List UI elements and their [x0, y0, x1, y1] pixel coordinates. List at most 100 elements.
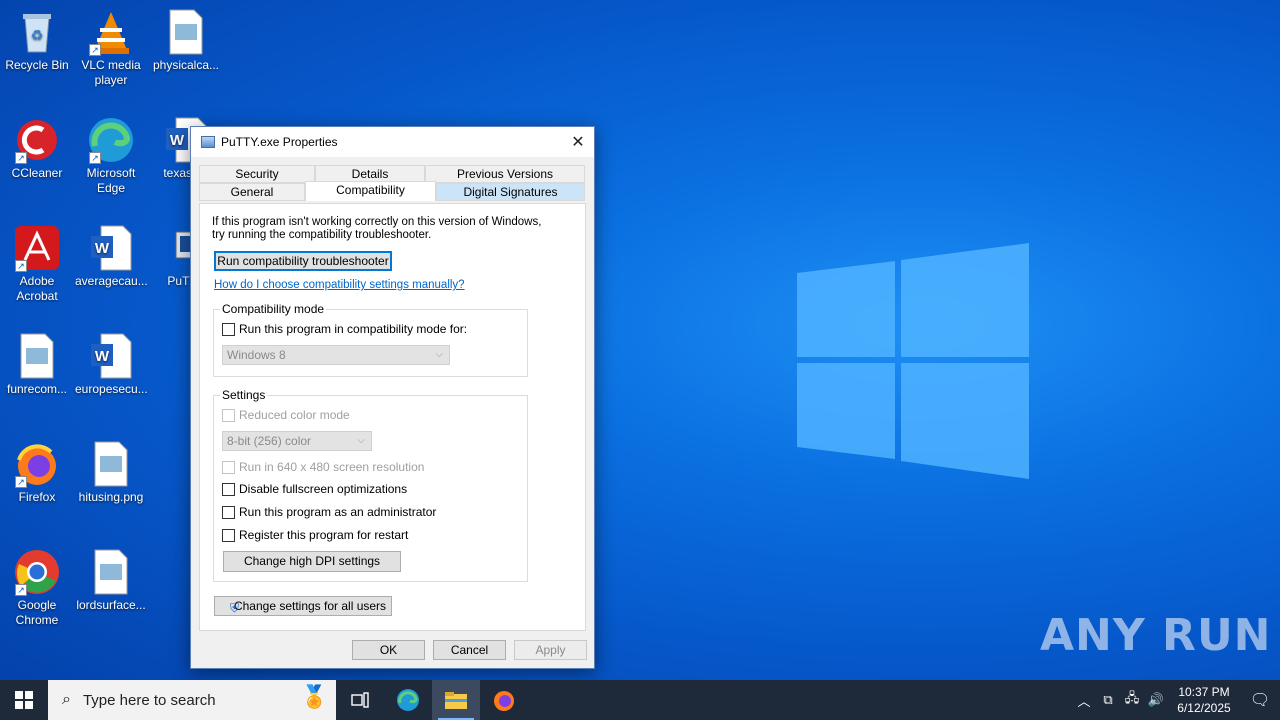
- properties-dialog: PuTTY.exe Properties ✕ Security Details …: [190, 126, 595, 669]
- run-admin-checkbox[interactable]: Run this program as an administrator: [222, 505, 436, 519]
- taskbar-file-explorer[interactable]: [432, 680, 480, 720]
- compatibility-mode-group: Compatibility mode Run this program in c…: [213, 302, 528, 377]
- desktop-icon-recycle-bin[interactable]: ♻ Recycle Bin: [1, 8, 73, 73]
- acrobat-icon: ↗: [13, 224, 61, 272]
- tab-previous-versions[interactable]: Previous Versions: [425, 165, 585, 183]
- checkbox: [222, 460, 235, 474]
- firefox-icon: [494, 691, 514, 711]
- taskbar-firefox[interactable]: [480, 680, 528, 720]
- desktop-icon-vlc[interactable]: ↗ VLC media player: [75, 8, 147, 88]
- clock-time: 10:37 PM: [1178, 685, 1230, 699]
- desktop-icon-acrobat[interactable]: ↗ Adobe Acrobat: [1, 224, 73, 304]
- tab-general[interactable]: General: [199, 183, 305, 201]
- desktop-icon-ccleaner[interactable]: ↗ CCleaner: [1, 116, 73, 181]
- desktop-icon-chrome[interactable]: ↗ Google Chrome: [1, 548, 73, 628]
- dialog-title: PuTTY.exe Properties: [221, 135, 338, 149]
- desktop-icon-hitusing[interactable]: hitusing.png: [75, 440, 147, 505]
- tab-compatibility[interactable]: Compatibility: [305, 181, 436, 201]
- windows-logo-wallpaper: [797, 243, 1029, 479]
- edge-icon: [397, 689, 419, 711]
- svg-text:W: W: [95, 240, 110, 257]
- system-tray: ︿ ⧉ 🖧 🔊 10:37 PM 6/12/2025 🗨: [1072, 680, 1280, 720]
- clock[interactable]: 10:37 PM 6/12/2025: [1168, 684, 1240, 716]
- word-doc-icon: W: [87, 224, 135, 272]
- chrome-icon: ↗: [13, 548, 61, 596]
- desktop-icon-physicalca[interactable]: physicalca...: [150, 8, 222, 73]
- volume-icon[interactable]: 🔊: [1144, 692, 1168, 708]
- firefox-icon: ↗: [13, 440, 61, 488]
- shortcut-arrow-icon: ↗: [89, 152, 101, 164]
- chevron-down-icon: ⌵: [357, 435, 365, 446]
- apply-button[interactable]: Apply: [514, 640, 587, 660]
- checkbox[interactable]: [222, 505, 235, 519]
- desktop-icon-firefox[interactable]: ↗ Firefox: [1, 440, 73, 505]
- tab-digital-signatures[interactable]: Digital Signatures: [436, 183, 585, 201]
- shield-icon: ⛨: [230, 601, 240, 615]
- taskbar-search-box[interactable]: ⌕ Type here to search 🏅: [48, 680, 336, 720]
- cancel-button[interactable]: Cancel: [433, 640, 506, 660]
- run-troubleshooter-button[interactable]: Run compatibility troubleshooter: [214, 251, 392, 271]
- task-view-button[interactable]: [336, 680, 384, 720]
- disable-fullscreen-checkbox[interactable]: Disable fullscreen optimizations: [222, 482, 407, 496]
- ccleaner-icon: ↗: [13, 116, 61, 164]
- folder-icon: [445, 692, 467, 709]
- close-button[interactable]: ✕: [562, 127, 594, 157]
- edge-icon: ↗: [87, 116, 135, 164]
- shortcut-arrow-icon: ↗: [89, 44, 101, 56]
- desktop-icon-europesecu[interactable]: W europesecu...: [75, 332, 148, 397]
- res-640-checkbox: Run in 640 x 480 screen resolution: [222, 460, 424, 474]
- search-placeholder: Type here to search: [82, 691, 216, 709]
- reduced-color-checkbox: Reduced color mode: [222, 408, 350, 422]
- checkbox: [222, 408, 235, 422]
- change-all-users-button[interactable]: ⛨ Change settings for all users: [214, 596, 392, 616]
- network-icon[interactable]: 🖧: [1120, 689, 1144, 711]
- compatibility-mode-title: Compatibility mode: [220, 302, 327, 316]
- clock-date: 6/12/2025: [1177, 701, 1231, 715]
- compatibility-panel: If this program isn't working correctly …: [199, 203, 586, 631]
- start-button[interactable]: [0, 680, 48, 720]
- vlc-icon: ↗: [87, 8, 135, 56]
- meet-now-icon[interactable]: ⧉: [1096, 692, 1120, 708]
- shortcut-arrow-icon: ↗: [15, 152, 27, 164]
- compat-mode-checkbox[interactable]: Run this program in compatibility mode f…: [222, 322, 467, 336]
- desktop-icon-lordsurface[interactable]: lordsurface...: [75, 548, 147, 613]
- shortcut-arrow-icon: ↗: [15, 476, 27, 488]
- shortcut-arrow-icon: ↗: [15, 584, 27, 596]
- color-mode-select: 8-bit (256) color ⌵: [222, 431, 372, 451]
- help-link[interactable]: How do I choose compatibility settings m…: [214, 279, 465, 291]
- chevron-up-icon[interactable]: ︿: [1072, 691, 1096, 710]
- windows-start-icon: [15, 691, 33, 709]
- image-file-icon: [87, 548, 135, 596]
- checkbox[interactable]: [222, 528, 235, 542]
- image-file-icon: [87, 440, 135, 488]
- shortcut-arrow-icon: ↗: [15, 260, 27, 272]
- dialog-titlebar[interactable]: PuTTY.exe Properties ✕: [191, 127, 594, 157]
- anyrun-watermark: ANY RUN: [1040, 610, 1272, 661]
- taskbar-edge[interactable]: [384, 680, 432, 720]
- image-file-icon: [13, 332, 61, 380]
- compat-os-select: Windows 8 ⌵: [222, 345, 450, 365]
- word-doc-icon: W: [87, 332, 135, 380]
- image-file-icon: [162, 8, 210, 56]
- settings-group: Settings Reduced color mode 8-bit (256) …: [213, 388, 528, 582]
- svg-text:W: W: [95, 348, 110, 365]
- checkbox[interactable]: [222, 482, 235, 496]
- intro-text: If this program isn't working correctly …: [212, 216, 542, 241]
- change-dpi-button[interactable]: Change high DPI settings: [223, 551, 401, 572]
- ok-button[interactable]: OK: [352, 640, 425, 660]
- svg-text:W: W: [170, 132, 185, 149]
- desktop-icon-funrecom[interactable]: funrecom...: [1, 332, 73, 397]
- settings-title: Settings: [220, 388, 268, 402]
- desktop-icon-edge[interactable]: ↗ Microsoft Edge: [75, 116, 147, 196]
- checkbox[interactable]: [222, 322, 235, 336]
- svg-text:♻: ♻: [31, 27, 44, 43]
- desktop-icon-averagecau[interactable]: W averagecau...: [75, 224, 148, 289]
- recycle-bin-icon: ♻: [13, 8, 61, 56]
- register-restart-checkbox[interactable]: Register this program for restart: [222, 528, 408, 542]
- tab-security[interactable]: Security: [199, 165, 315, 183]
- search-icon: ⌕: [62, 691, 71, 708]
- taskbar: ⌕ Type here to search 🏅 ︿ ⧉ 🖧 🔊 10:37 PM…: [0, 680, 1280, 720]
- putty-app-icon: [201, 136, 215, 148]
- notifications-icon[interactable]: 🗨: [1240, 690, 1280, 710]
- chevron-down-icon: ⌵: [435, 349, 443, 360]
